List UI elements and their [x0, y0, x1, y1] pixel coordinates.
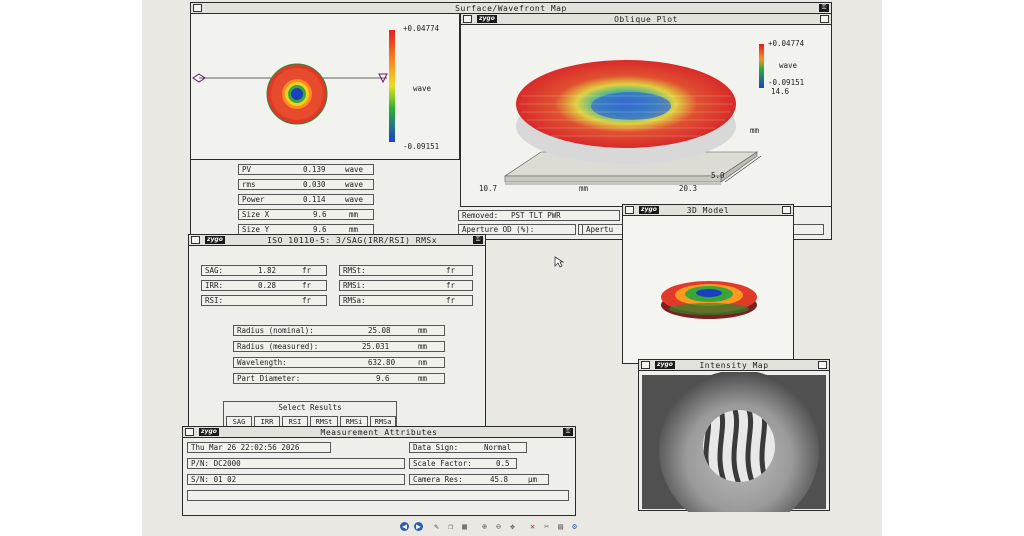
irr-field: IRR: 0.28 fr [201, 280, 327, 291]
aperture-extra-field [792, 224, 824, 235]
scale-max-label: +0.04774 [403, 24, 440, 33]
taskbar-copy-icon[interactable]: ❐ [446, 522, 455, 531]
removed-field: Removed: PST TLT PWR [458, 210, 620, 221]
taskbar-zoom-out-icon[interactable]: ⊖ [494, 522, 503, 531]
color-scale-bar [389, 30, 395, 142]
3d-model-window: zygo 3D Model [622, 204, 794, 364]
sag-field: SAG: 1.82 fr [201, 265, 327, 276]
blank-field [187, 490, 569, 501]
oblique-scale-max: +0.04774 [768, 39, 805, 48]
taskbar: ◀ ▶ ✎ ❐ ▦ ⊕ ⊖ ✥ ✕ ✂ ▤ ⚙ [392, 520, 632, 534]
oblique-scale-extra: 14.6 [771, 87, 790, 96]
iso-titlebar[interactable]: zygo ISO 10110-5: 3/SAG(IRR/RSI) RMSx ⚿ [189, 235, 485, 246]
close-box-icon[interactable] [191, 236, 200, 244]
oblique-y-mark: 5.0 [711, 171, 725, 180]
measurement-title: Measurement Attributes [320, 428, 438, 437]
3d-model-titlebar[interactable]: zygo 3D Model [623, 205, 793, 216]
taskbar-forward-icon[interactable]: ▶ [414, 522, 423, 531]
taskbar-cancel-icon[interactable]: ✕ [528, 522, 537, 531]
color-scale-bar [759, 44, 764, 88]
oblique-x-end: 20.3 [679, 184, 698, 193]
maximize-box-icon[interactable] [818, 361, 827, 369]
cursor-arrow-icon [554, 256, 564, 268]
wavelength-field: Wavelength: 632.80 nm [233, 357, 445, 368]
taskbar-pan-icon[interactable]: ✥ [508, 522, 517, 531]
serial-number-field: S/N: 01 02 [187, 474, 405, 485]
3d-model-title: 3D Model [686, 206, 730, 215]
intensity-map-image [642, 372, 826, 512]
iso-title: ISO 10110-5: 3/SAG(IRR/RSI) RMSx [266, 236, 438, 245]
iso-10110-window: zygo ISO 10110-5: 3/SAG(IRR/RSI) RMSx ⚿ … [188, 234, 486, 431]
aperture-truncated-field: Apertu [582, 224, 624, 235]
keys-icon[interactable]: ⚿ [819, 4, 829, 12]
radius-measured-field: Radius (measured): 25.031 mm [233, 341, 445, 352]
monitor-screen: Surface/Wavefront Map ⚿ +0.04774 wave -0… [142, 0, 882, 536]
part-diameter-field: Part Diameter: 9.6 mm [233, 373, 445, 384]
maximize-box-icon[interactable] [782, 206, 791, 214]
camera-res-field: Camera Res: 45.8 µm [409, 474, 549, 485]
surface-map-panel: +0.04774 wave -0.09151 [190, 13, 460, 160]
taskbar-tool-icon[interactable]: ✎ [432, 522, 441, 531]
taskbar-page-icon[interactable]: ▤ [556, 522, 565, 531]
oblique-plot-title: Oblique Plot [614, 15, 678, 24]
stat-pv-field: PV 0.139 wave [238, 164, 374, 175]
timestamp-field: Thu Mar 26 22:02:56 2026 [187, 442, 331, 453]
taskbar-settings-icon[interactable]: ⚙ [570, 522, 579, 531]
rmsa-field: RMSa: fr [339, 295, 473, 306]
measurement-attributes-window: zygo Measurement Attributes ⚿ Thu Mar 26… [182, 426, 576, 516]
rmsi-field: RMSi: fr [339, 280, 473, 291]
scale-factor-field: Scale Factor: 0.5 [409, 458, 517, 469]
intensity-map-title: Intensity Map [699, 361, 769, 370]
3d-model-render [661, 281, 757, 319]
scale-unit-label: wave [413, 84, 432, 93]
measurement-titlebar[interactable]: zygo Measurement Attributes ⚿ [183, 427, 575, 438]
taskbar-cut-icon[interactable]: ✂ [542, 522, 551, 531]
keys-icon[interactable]: ⚿ [473, 236, 483, 244]
oblique-3d-plot [504, 44, 764, 185]
part-number-field: P/N: DC2000 [187, 458, 405, 469]
taskbar-back-icon[interactable]: ◀ [400, 522, 409, 531]
oblique-scale-unit: wave [779, 61, 798, 70]
radius-nominal-field: Radius (nominal): 25.08 mm [233, 325, 445, 336]
intensity-map-window: zygo Intensity Map [638, 359, 830, 512]
stat-power-field: Power 0.114 wave [238, 194, 374, 205]
intensity-map-titlebar[interactable]: zygo Intensity Map [639, 360, 829, 371]
oblique-plot-window: zygo Oblique Plot +0.04774 wave -0.09151… [460, 13, 832, 207]
taskbar-zoom-in-icon[interactable]: ⊕ [480, 522, 489, 531]
select-results-label: Select Results [278, 403, 342, 412]
oblique-plot-titlebar[interactable]: zygo Oblique Plot [461, 14, 831, 25]
oblique-y-unit: mm [750, 126, 760, 135]
data-sign-field: Data Sign: Normal [409, 442, 527, 453]
stat-rms-field: rms 0.030 wave [238, 179, 374, 190]
scale-min-label: -0.09151 [403, 142, 440, 151]
keys-icon[interactable]: ⚿ [563, 428, 573, 436]
rsi-field: RSI: fr [201, 295, 327, 306]
taskbar-grid-icon[interactable]: ▦ [460, 522, 469, 531]
stat-size-x-field: Size X 9.6 mm [238, 209, 374, 220]
rmst-field: RMSt: fr [339, 265, 473, 276]
maximize-box-icon[interactable] [820, 15, 829, 23]
oblique-x-unit: mm [579, 184, 589, 193]
oblique-x-start: 10.7 [479, 184, 498, 193]
